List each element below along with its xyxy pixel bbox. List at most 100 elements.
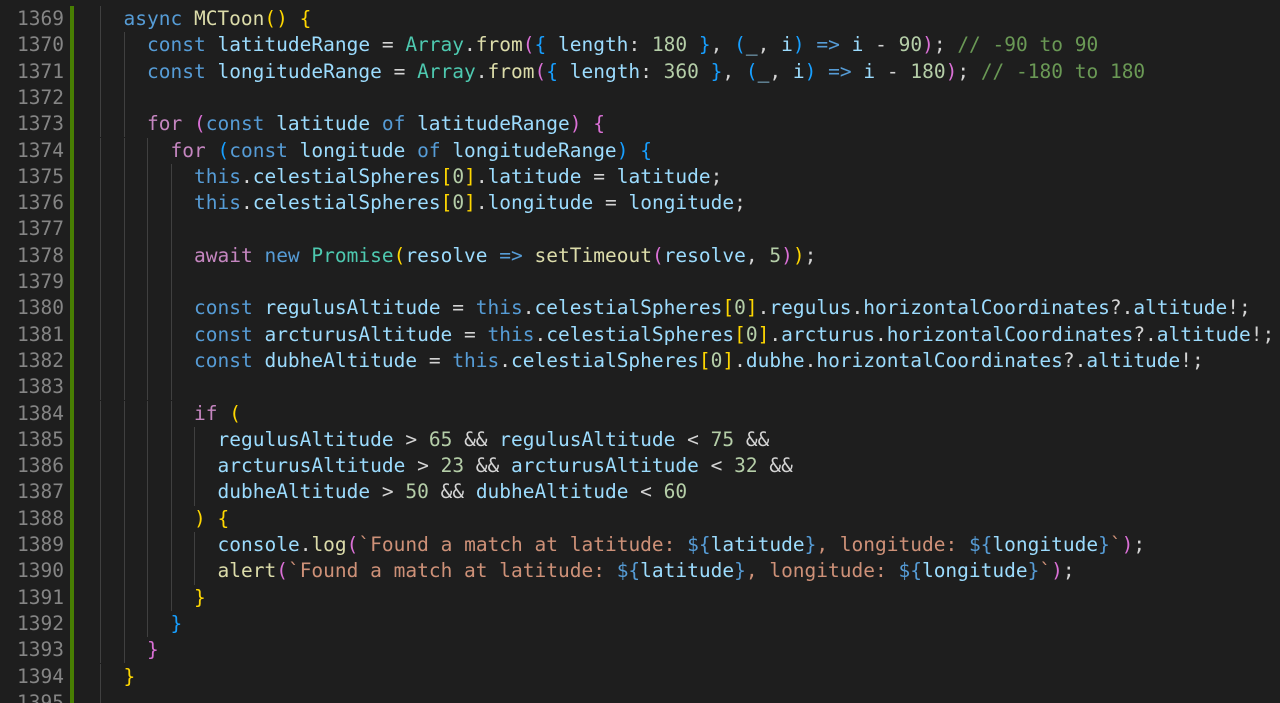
code-token: 0 [710,348,723,372]
code-token: [ [440,164,453,188]
code-token: _ [745,33,758,57]
code-token: from [487,59,535,83]
code-line[interactable]: 1379 [0,269,1280,296]
code-line[interactable]: 1378 await new Promise(resolve => setTime… [0,242,1280,269]
code-token: longitude [921,559,1028,583]
code-line[interactable]: 1385 regulusAltitude > 65 && regulusAltit… [0,426,1280,454]
code-line[interactable]: 1388) { [0,505,1280,532]
indent-guide [100,453,101,480]
code-line[interactable]: 1392} [0,610,1280,638]
code-line[interactable]: 1395 [0,689,1280,703]
indent-guide [100,479,101,506]
code-token: = [381,59,418,83]
code-line[interactable]: 1394} [0,663,1280,690]
indent-guide [170,400,172,427]
line-number: 1393 [17,638,64,662]
line-number: 1390 [17,559,64,583]
code-token: celestialSpheres [252,191,441,215]
code-token: ( [393,243,406,267]
code-token: > [370,480,406,504]
indent-guide [194,558,195,585]
code-token: regulus [769,296,852,320]
indent-guide [170,347,172,375]
line-number: 1382 [17,348,64,372]
code-text: const dubheAltitude = this.celestialSphe… [194,348,1204,374]
indent-guide [170,216,172,243]
code-text: } [147,637,159,663]
code-token: horizontalCoordinates [816,348,1063,372]
line-number: 1377 [17,217,64,241]
code-token: . [522,296,535,320]
indent-guide [170,295,172,322]
code-token: // -90 to 90 [957,33,1099,57]
code-text: ) { [194,506,229,532]
line-number: 1369 [17,7,64,30]
indent-guide [100,347,101,375]
code-token: , longitude: [816,533,969,556]
code-line[interactable]: 1391} [0,584,1280,611]
code-token: this [194,164,241,188]
code-token: 360 [663,59,699,83]
indent-guide [147,190,148,217]
code-line[interactable]: 1371 const longitudeRange = Array.from({ … [0,58,1280,85]
code-line[interactable]: 1377 [0,216,1280,243]
code-line[interactable]: 1384 if ( [0,400,1280,427]
code-line[interactable]: 1369 async MCToon() { [0,6,1280,33]
code-token: latitudeRange [217,33,371,57]
code-line[interactable]: 1380 const regulusAltitude = this.celesti… [0,295,1280,322]
code-token: 32 [734,454,758,478]
code-token: log [311,533,347,556]
indent-guide [123,426,125,454]
code-token: await [194,243,265,267]
code-line[interactable]: 1387 dubheAltitude > 50 && dubheAltitude … [0,479,1280,506]
code-token: ( [734,33,746,57]
indent-guide [147,479,148,506]
indent-guide [100,137,101,164]
code-token: const [147,59,218,83]
code-line[interactable]: 1390 alert(`Found a match at latitude: ${… [0,558,1280,585]
indent-guide [147,453,148,480]
indent-guide [100,163,101,191]
code-token: . [475,59,488,83]
code-token: from [475,33,523,57]
indent-guide [100,6,101,33]
code-line[interactable]: 1370 const latitudeRange = Array.from({ l… [0,32,1280,59]
indent-guide [147,426,148,454]
indent-guide [170,321,172,348]
code-token: ` [1039,559,1052,583]
code-token: const [194,296,265,320]
code-line[interactable]: 1393} [0,637,1280,664]
code-line[interactable]: 1376 this.celestialSpheres[0].longitude =… [0,190,1280,217]
code-line[interactable]: 1372 [0,84,1280,112]
code-token: { [534,33,547,57]
code-token: } [734,559,746,583]
code-line[interactable]: 1381 const arcturusAltitude = this.celest… [0,321,1280,348]
code-line[interactable]: 1374 for (const longitude of longitudeRan… [0,137,1280,164]
code-line[interactable]: 1382 const dubheAltitude = this.celestial… [0,347,1280,375]
code-token: i [781,33,793,57]
code-token: ) [569,112,582,136]
code-token: ${ [687,533,711,556]
code-token: ) [616,138,629,162]
code-token: 50 [405,480,429,504]
indent-guide [170,426,172,454]
code-token: longitudeRange [217,59,382,83]
code-line[interactable]: 1386 arcturusAltitude > 23 && arcturusAlt… [0,453,1280,480]
code-token: ; [734,191,746,215]
code-line[interactable]: 1389 console.log(`Found a match at latitu… [0,532,1280,559]
code-token: i [863,59,876,83]
code-line[interactable]: 1383 [0,374,1280,401]
code-token: 65 [428,427,453,451]
code-token: length [557,33,629,57]
code-token: { [640,138,652,162]
code-token: altitude [1156,322,1251,346]
code-line[interactable]: 1373 for (const latitude of latitudeRange… [0,111,1280,138]
indent-guide [100,32,101,59]
code-token: alert [217,559,277,583]
code-line[interactable]: 1375 this.celestialSpheres[0].latitude = … [0,163,1280,191]
code-token: , [769,59,793,83]
code-editor[interactable]: 1369 async MCToon() {1370 const latitudeRa… [0,0,1280,703]
